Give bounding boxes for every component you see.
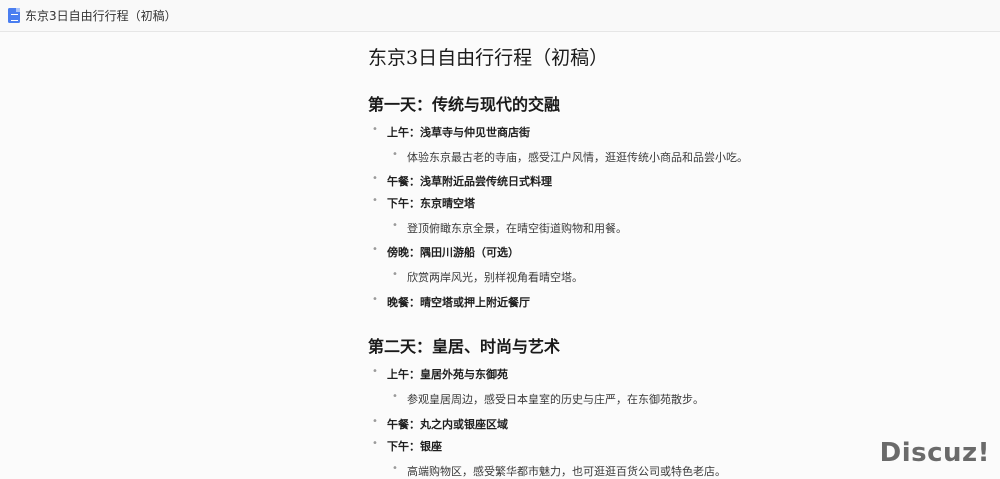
bullet-icon: • — [372, 195, 378, 206]
list-item-label: 晚餐：晴空塔或押上附近餐厅 — [387, 294, 530, 310]
bullet-icon: • — [392, 391, 398, 402]
sub-list-item-label: 体验东京最古老的寺庙，感受江户风情，逛逛传统小商品和品尝小吃。 — [407, 149, 748, 165]
discuz-watermark: Discuz! — [880, 438, 990, 468]
bullet-icon: • — [372, 124, 378, 135]
bullet-icon: • — [392, 269, 398, 280]
section-heading-day1: 第一天：传统与现代的交融 — [368, 91, 560, 115]
tab-bar: 东京3日自由行行程（初稿） — [0, 0, 1000, 32]
sub-list-item-label: 参观皇居周边，感受日本皇室的历史与庄严，在东御苑散步。 — [407, 391, 704, 407]
sub-list-item-label: 登顶俯瞰东京全景，在晴空街道购物和用餐。 — [407, 220, 627, 236]
document-title: 东京3日自由行行程（初稿） — [368, 43, 608, 70]
google-docs-icon — [8, 8, 20, 23]
bullet-icon: • — [392, 220, 398, 231]
sub-list-item-label: 欣赏两岸风光，别样视角看晴空塔。 — [407, 269, 583, 285]
list-item-label: 午餐：浅草附近品尝传统日式料理 — [387, 173, 552, 189]
list-item-label: 下午：东京晴空塔 — [387, 195, 475, 211]
list-item-label: 上午：皇居外苑与东御苑 — [387, 366, 508, 382]
bullet-icon: • — [372, 173, 378, 184]
list-item-label: 上午：浅草寺与仲见世商店街 — [387, 124, 530, 140]
bullet-icon: • — [372, 438, 378, 449]
tab-title[interactable]: 东京3日自由行行程（初稿） — [25, 7, 177, 24]
bullet-icon: • — [372, 244, 378, 255]
bullet-icon: • — [392, 149, 398, 160]
sub-list-item-label: 高端购物区，感受繁华都市魅力，也可逛逛百货公司或特色老店。 — [407, 463, 726, 479]
list-item-label: 下午：银座 — [387, 438, 442, 454]
section-heading-day2: 第二天：皇居、时尚与艺术 — [368, 333, 560, 357]
bullet-icon: • — [372, 366, 378, 377]
bullet-icon: • — [372, 416, 378, 427]
list-item-label: 午餐：丸之内或银座区域 — [387, 416, 508, 432]
bullet-icon: • — [372, 294, 378, 305]
list-item-label: 傍晚：隅田川游船（可选） — [387, 244, 519, 260]
bullet-icon: • — [392, 463, 398, 474]
